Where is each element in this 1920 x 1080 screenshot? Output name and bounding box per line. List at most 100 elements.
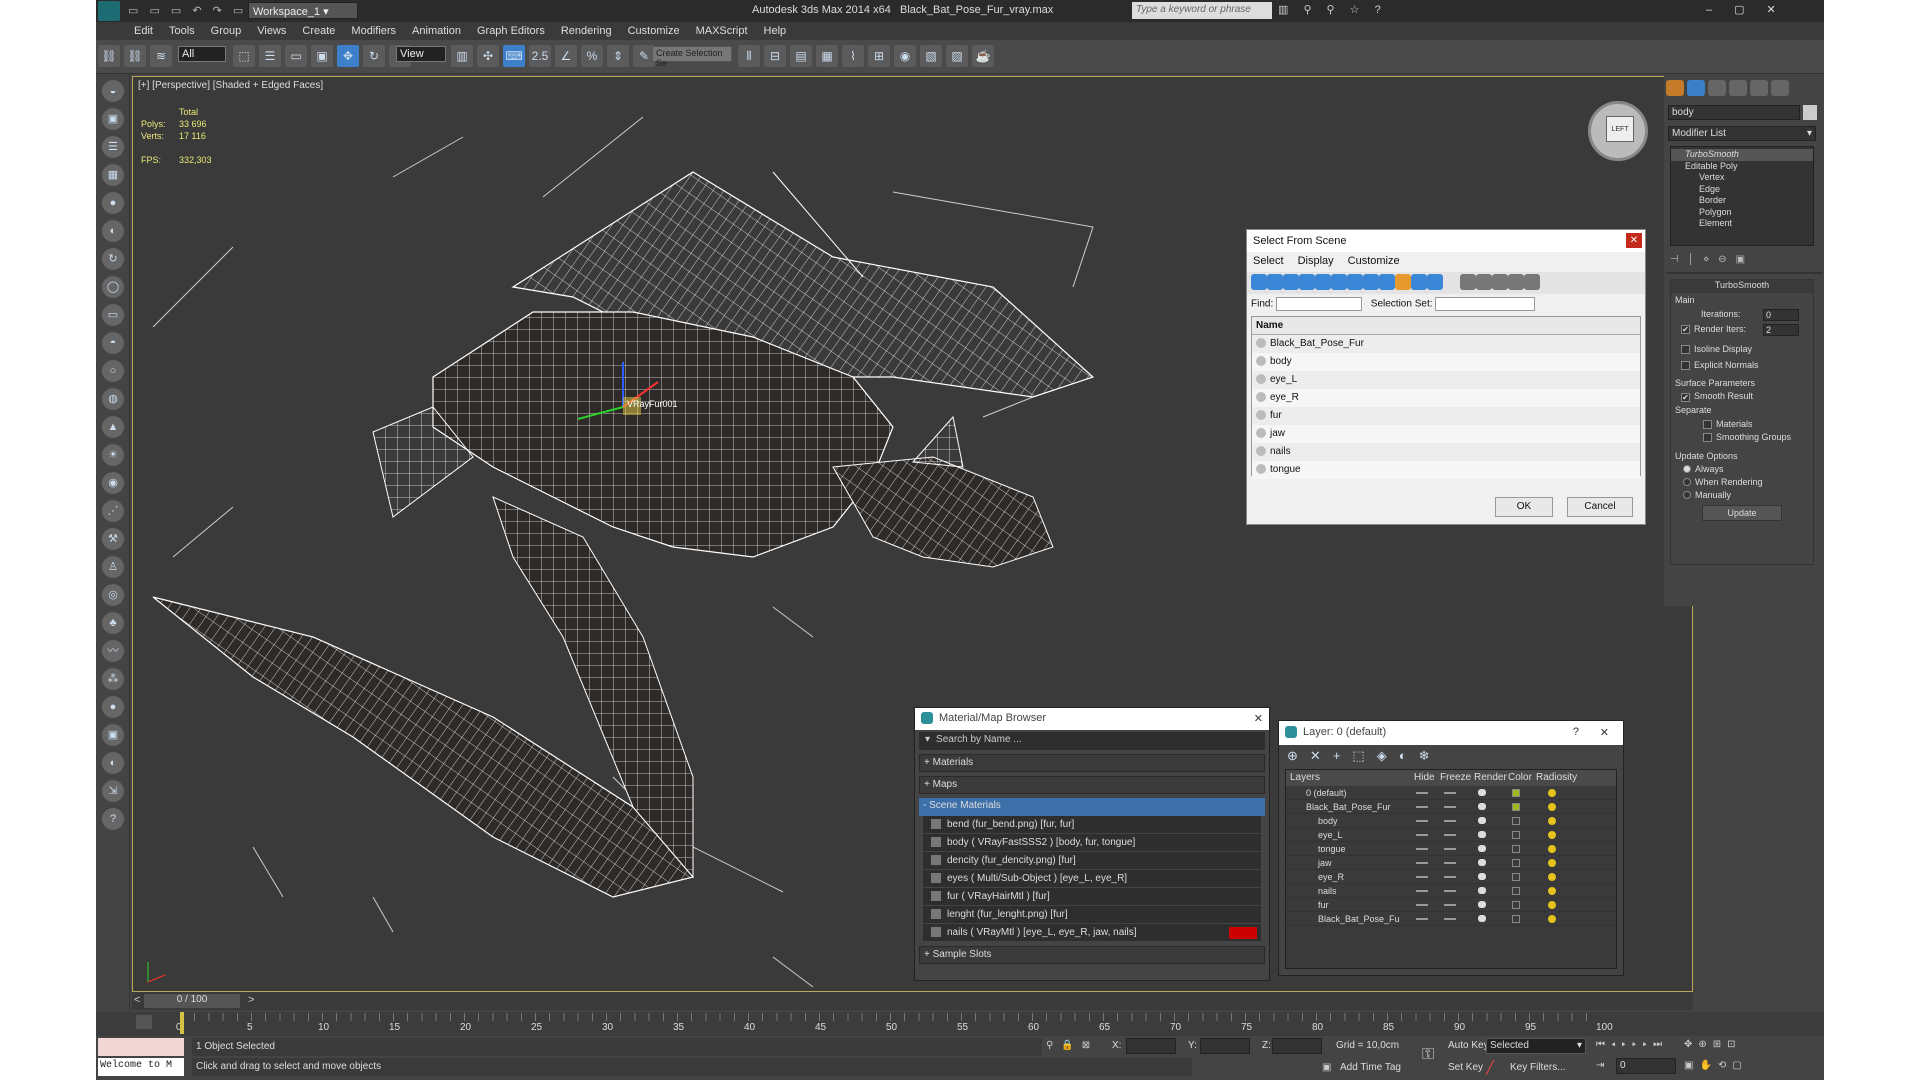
new-layer-icon[interactable]: ⊕ [1287,748,1310,763]
layer-row[interactable]: nails [1286,884,1616,898]
cone-icon[interactable]: ▲ [102,416,124,438]
orb-icon[interactable]: ◉ [102,472,124,494]
named-selection-dropdown[interactable]: Create Selection Se [652,46,732,68]
select-menu-select[interactable]: Select [1253,255,1284,267]
workspace-dropdown[interactable]: Workspace_1 ▾ [248,2,358,19]
spinner-snap-icon[interactable]: ⇕ [607,45,629,67]
material-search-field[interactable]: ▾ Search by Name ... [919,732,1265,750]
smooth-result-checkbox[interactable]: ✔ [1681,392,1690,402]
delete-layer-icon[interactable]: ✕ [1310,748,1333,763]
hide-all-layers-icon[interactable]: ◐ [1399,748,1419,763]
unlink-icon[interactable]: ⛓ [124,45,146,67]
render-teapot-icon[interactable] [1478,831,1486,838]
object-color-swatch[interactable] [1803,105,1817,120]
object-name-field[interactable]: body [1668,105,1800,120]
filter-spacewarps-icon[interactable] [1331,274,1347,290]
auto-key-button[interactable]: Auto Key [1448,1040,1489,1051]
schematic-icon[interactable]: ⊞ [868,45,890,67]
always-radio[interactable] [1683,465,1691,474]
scene-material-row[interactable]: nails ( VRayMtl ) [eye_L, eye_R, jaw, na… [923,924,1261,942]
motion-tab-icon[interactable] [1729,80,1748,96]
menu-tools[interactable]: Tools [161,22,203,40]
stack-turbosmooth[interactable]: TurboSmooth [1671,149,1813,161]
y-coord-field[interactable] [1200,1038,1250,1054]
scene-material-row[interactable]: eyes ( Multi/Sub-Object ) [eye_L, eye_R] [923,870,1261,888]
hide-toggle[interactable] [1416,862,1428,864]
freeze-toggle[interactable] [1444,834,1456,836]
filter-hidden-icon[interactable] [1427,274,1443,290]
select-object-icon[interactable]: ⬚ [233,45,255,67]
camera-icon[interactable]: ◐ [102,220,124,242]
layer-color-swatch[interactable] [1512,817,1520,825]
group-maps[interactable]: + Maps [919,776,1265,794]
hide-toggle[interactable] [1416,834,1428,836]
planet-icon[interactable]: ◐ [102,752,124,774]
selection-set-dropdown[interactable] [1435,297,1536,311]
hair-icon[interactable]: 〰 [102,640,124,662]
select-dialog-close-icon[interactable]: ✕ [1626,233,1642,248]
maxscript-mini-listener[interactable]: Welcome to M [98,1058,184,1076]
stack-vertex[interactable]: Vertex [1671,172,1813,184]
freeze-toggle[interactable] [1444,862,1456,864]
link-icon[interactable]: ⛓ [98,45,120,67]
export-icon[interactable]: ⇲ [102,780,124,802]
filter-frozen-icon[interactable] [1411,274,1427,290]
render-setup-icon[interactable]: ▧ [920,45,942,67]
hide-toggle[interactable] [1416,904,1428,906]
select-layer-objects-icon[interactable]: ⬚ [1352,748,1376,763]
group-scene-materials[interactable]: - Scene Materials [919,798,1265,816]
search-input[interactable]: Type a keyword or phrase [1132,2,1272,19]
radiosity-icon[interactable] [1548,873,1556,881]
search-dropdown-icon[interactable]: ▾ [925,734,930,745]
filter-shapes-icon[interactable] [1267,274,1283,290]
render-iters-checkbox[interactable]: ✔ [1681,325,1690,335]
modifier-stack[interactable]: TurboSmooth Editable Poly Vertex Edge Bo… [1670,146,1814,246]
select-by-name-icon[interactable]: ☰ [259,45,281,67]
bind-spacewarp-icon[interactable]: ≋ [150,45,172,67]
freeze-toggle[interactable] [1444,792,1456,794]
layer-color-swatch[interactable] [1512,915,1520,923]
person-icon[interactable]: ♙ [102,556,124,578]
layer-col-freeze[interactable]: Freeze [1440,772,1471,783]
stack-tool-icons[interactable]: ⊣│⋄⊖▣ [1670,254,1814,268]
render-teapot-icon[interactable] [1478,789,1486,796]
layer-row[interactable]: jaw [1286,856,1616,870]
scene-object-row[interactable]: nails [1252,443,1640,461]
rollout-title[interactable]: TurboSmooth [1671,280,1813,293]
sphere-icon[interactable]: ◯ [102,276,124,298]
filter-icon[interactable] [1508,274,1525,290]
hide-toggle[interactable] [1416,806,1428,808]
layer-row[interactable]: body [1286,814,1616,828]
filter-bones-icon[interactable] [1379,274,1395,290]
select-all-icon[interactable] [1460,274,1477,290]
percent-snap-icon[interactable]: % [581,45,603,67]
freeze-all-layers-icon[interactable]: ❄ [1419,748,1442,763]
radiosity-icon[interactable] [1548,915,1556,923]
stack-editable-poly[interactable]: Editable Poly [1671,161,1813,173]
menu-views[interactable]: Views [249,22,294,40]
table-icon[interactable]: ▦ [102,164,124,186]
radiosity-icon[interactable] [1548,845,1556,853]
viewcube-face[interactable]: LEFT [1606,116,1634,142]
layer-col-layers[interactable]: Layers [1290,772,1320,783]
hide-toggle[interactable] [1416,918,1428,920]
layer-color-swatch[interactable] [1512,873,1520,881]
time-slider-next[interactable]: > [248,994,254,1006]
list-header-name[interactable]: Name [1252,317,1640,335]
set-key-button[interactable]: Set Key [1448,1062,1483,1073]
stack-border[interactable]: Border [1671,195,1813,207]
layer-color-swatch[interactable] [1512,845,1520,853]
layer-manager-icon[interactable]: ▤ [790,45,812,67]
tool-icon[interactable]: ⚒ [102,528,124,550]
menu-graph-editors[interactable]: Graph Editors [469,22,553,40]
render-icon[interactable]: ☕ [972,45,994,67]
render-teapot-icon[interactable] [1478,887,1486,894]
particle-icon[interactable]: ⁂ [102,668,124,690]
update-button[interactable]: Update [1702,504,1782,521]
stack-element[interactable]: Element [1671,218,1813,230]
scene-material-row[interactable]: lenght (fur_lenght.png) [fur] [923,906,1261,924]
layer-color-swatch[interactable] [1512,887,1520,895]
spin-icon[interactable]: ↻ [102,248,124,270]
snap-icon[interactable]: 2.5 [529,45,551,67]
dome-icon[interactable]: ◓ [102,332,124,354]
